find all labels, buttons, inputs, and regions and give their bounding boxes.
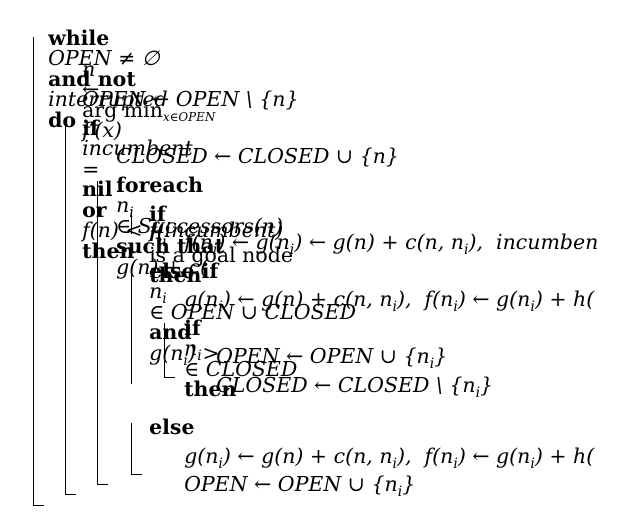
block-rule-while xyxy=(33,37,35,506)
math-part: OPEN ← OPEN ∪ {n xyxy=(184,471,398,496)
block-rule-foreach xyxy=(97,181,99,485)
math-part: ) ← g(n xyxy=(457,286,531,311)
math-part: CLOSED ← CLOSED \ {n xyxy=(216,372,476,397)
block-end-if-closed xyxy=(164,377,175,379)
math-part: } xyxy=(402,471,416,496)
math-part: ) + h( xyxy=(534,286,595,311)
block-rule-else-if xyxy=(131,266,133,384)
math-part: ) + h( xyxy=(534,443,595,468)
line-closed-remove-ni: CLOSED ← CLOSED \ {ni} xyxy=(190,354,493,416)
math-part: ), f(n xyxy=(397,286,454,311)
block-rule-if-closed xyxy=(164,323,166,378)
block-rule-if-goal xyxy=(131,209,133,234)
block-end-else xyxy=(131,474,142,476)
block-rule-if xyxy=(65,124,67,495)
block-end-if xyxy=(65,494,76,496)
math-part: ) ← g(n xyxy=(457,443,531,468)
block-end-foreach xyxy=(97,484,108,486)
math-part: ), incumben xyxy=(468,229,599,254)
line-else-open-add-ni: OPEN ← OPEN ∪ {ni} xyxy=(158,453,415,513)
algorithm-listing: while OPEN ≠ ∅ and not interrupted do n … xyxy=(0,0,630,513)
block-rule-else xyxy=(131,423,133,475)
block-end-while xyxy=(33,505,44,507)
math-part: } xyxy=(480,372,494,397)
